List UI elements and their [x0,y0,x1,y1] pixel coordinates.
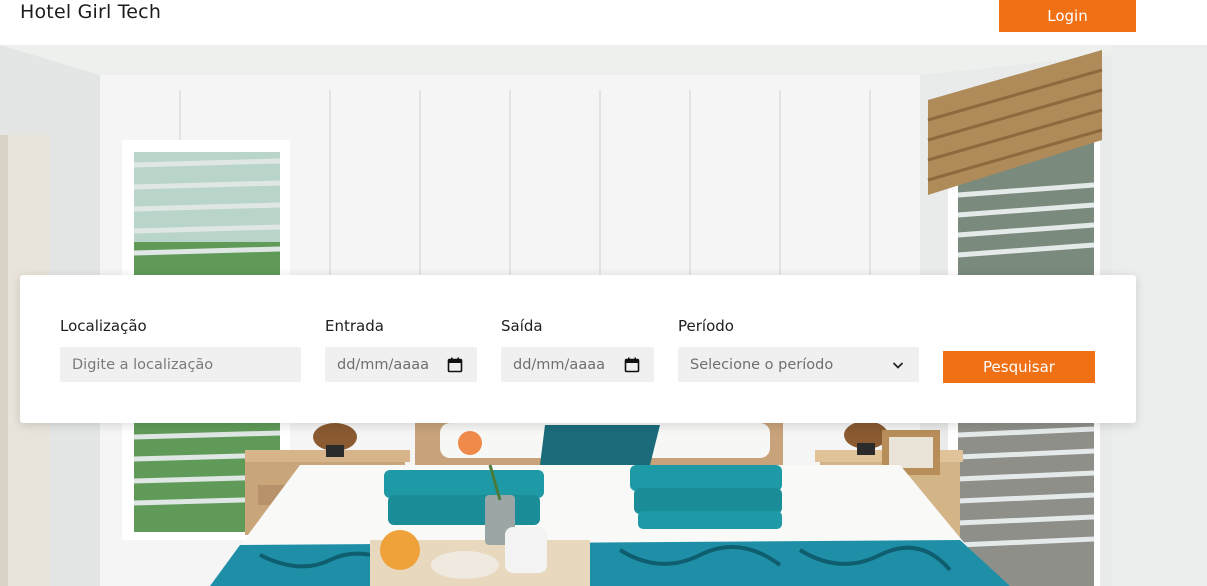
checkout-date-input[interactable]: dd/mm/aaaa [501,347,654,382]
checkout-date-value: dd/mm/aaaa [513,356,605,373]
checkout-label: Saída [501,317,543,335]
location-label: Localização [60,317,147,335]
checkin-date-value: dd/mm/aaaa [337,356,429,373]
top-navbar: Hotel Girl Tech Login [0,0,1207,45]
location-input[interactable] [72,356,301,373]
checkin-date-input[interactable]: dd/mm/aaaa [325,347,477,382]
calendar-icon[interactable] [447,357,463,373]
period-selected-value: Selecione o período [690,356,834,373]
brand-title[interactable]: Hotel Girl Tech [20,0,161,26]
chevron-down-icon [892,361,904,369]
search-button[interactable]: Pesquisar [943,351,1095,383]
search-form-card: Localização Entrada dd/mm/aaaa Saída dd/… [20,275,1136,423]
location-field-wrapper [60,347,301,382]
calendar-icon[interactable] [624,357,640,373]
checkin-label: Entrada [325,317,384,335]
period-label: Período [678,317,734,335]
login-button[interactable]: Login [999,0,1136,32]
period-select[interactable]: Selecione o período [678,347,919,382]
